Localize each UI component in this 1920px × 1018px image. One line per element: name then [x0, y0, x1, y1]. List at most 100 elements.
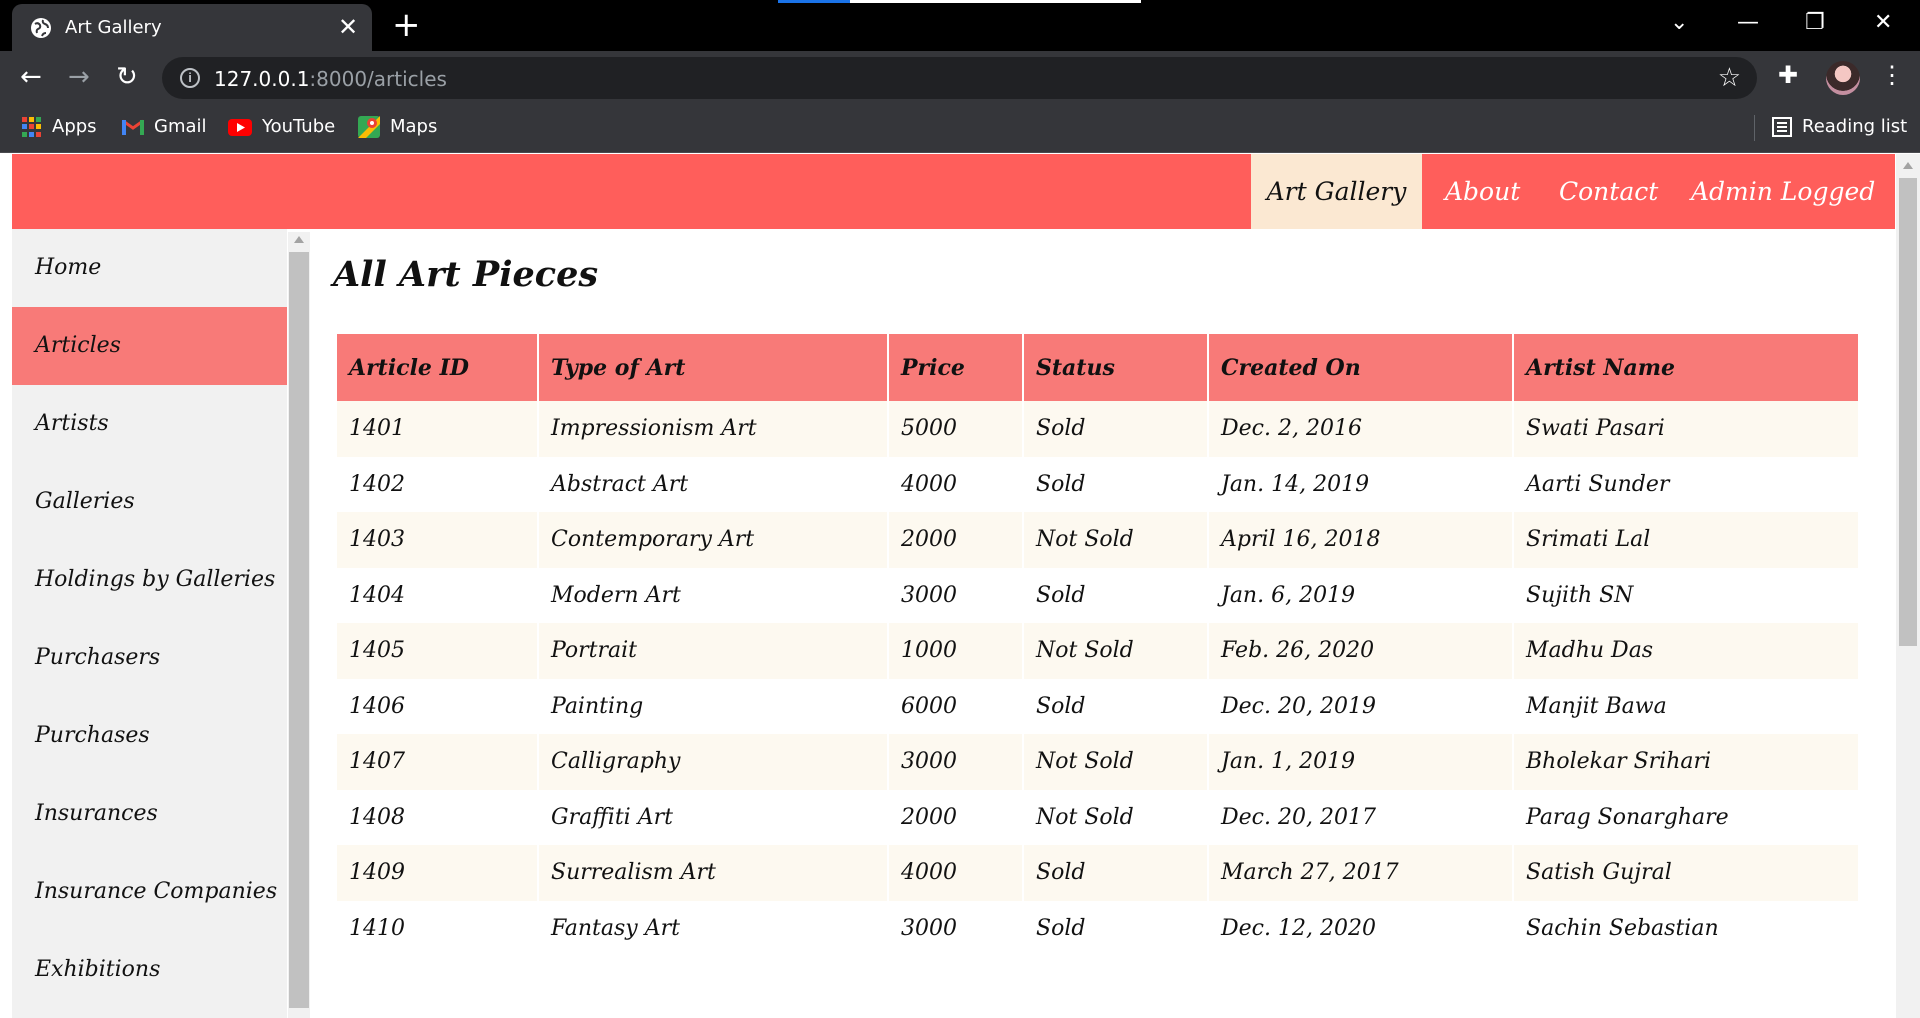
table-row: 1401 Impressionism Art 5000 Sold Dec. 2, 201…	[337, 401, 1858, 457]
sidebar-item-purchasers[interactable]: Purchasers	[12, 619, 287, 697]
globe-icon	[31, 18, 51, 38]
cell-article-id: 1410	[337, 900, 538, 956]
extensions-puzzle-icon[interactable]: ✚	[1778, 61, 1798, 90]
page-scroll-thumb[interactable]	[1899, 178, 1917, 646]
tab-search-icon[interactable]: ⌄	[1670, 10, 1688, 35]
menu-kebab-icon[interactable]: ⋮	[1880, 61, 1904, 90]
cell-article-id: 1409	[337, 845, 538, 901]
cell-price: 1000	[887, 623, 1023, 679]
cell-created-on: Feb. 26, 2020	[1207, 623, 1513, 679]
cell-price: 3000	[887, 900, 1023, 956]
cell-type-of-art: Portrait	[537, 623, 888, 679]
sidebar-item-insurances[interactable]: Insurances	[12, 775, 287, 853]
nav-contact[interactable]: Contact	[1559, 154, 1658, 229]
cell-artist-name: Manjit Bawa	[1512, 678, 1858, 734]
loading-progress-bar	[778, 0, 1141, 3]
cell-status: Not Sold	[1022, 789, 1208, 845]
browser-tab[interactable]: Art Gallery ✕	[12, 4, 372, 51]
cell-article-id: 1404	[337, 567, 538, 623]
sidebar-item-articles[interactable]: Articles	[12, 307, 287, 385]
cell-created-on: Jan. 1, 2019	[1207, 734, 1513, 790]
table-row: 1410 Fantasy Art 3000 Sold Dec. 12, 2020 Sach…	[337, 900, 1858, 956]
table-row: 1408 Graffiti Art 2000 Not Sold Dec. 20, 201…	[337, 789, 1858, 845]
cell-artist-name: Satish Gujral	[1512, 845, 1858, 901]
cell-created-on: Dec. 20, 2019	[1207, 678, 1513, 734]
cell-artist-name: Parag Sonarghare	[1512, 789, 1858, 845]
cell-price: 2000	[887, 789, 1023, 845]
cell-article-id: 1403	[337, 512, 538, 568]
browser-toolbar: ← → ↻ i 127.0.0.1:8000/articles ☆ ✚ ⋮	[0, 51, 1920, 105]
page-viewport: Art Gallery About Contact Admin Logged I…	[0, 154, 1920, 1018]
forward-arrow-icon[interactable]: →	[68, 62, 90, 92]
cell-price: 5000	[887, 401, 1023, 457]
tab-title: Art Gallery	[65, 17, 162, 38]
bookmark-youtube[interactable]: YouTube	[228, 116, 335, 137]
cell-article-id: 1405	[337, 623, 538, 679]
cell-type-of-art: Surrealism Art	[537, 845, 888, 901]
cell-type-of-art: Abstract Art	[537, 456, 888, 512]
bookmark-star-icon[interactable]: ☆	[1718, 62, 1741, 93]
sidebar-item-holdings-by-galleries[interactable]: Holdings by Galleries	[12, 541, 287, 619]
nav-art-gallery[interactable]: Art Gallery	[1251, 154, 1422, 229]
cell-artist-name: Bholekar Srihari	[1512, 734, 1858, 790]
sidebar-scrollbar[interactable]	[288, 232, 310, 1018]
sidebar-item-insurance-companies[interactable]: Insurance Companies	[12, 853, 287, 931]
cell-created-on: April 16, 2018	[1207, 512, 1513, 568]
cell-status: Sold	[1022, 900, 1208, 956]
close-tab-icon[interactable]: ✕	[338, 13, 358, 41]
new-tab-button[interactable]: +	[392, 5, 421, 45]
sidebar-item-exhibitions[interactable]: Exhibitions	[12, 931, 287, 1009]
cell-status: Sold	[1022, 567, 1208, 623]
bookmark-apps[interactable]: Apps	[22, 116, 97, 137]
cell-type-of-art: Painting	[537, 678, 888, 734]
scroll-up-arrow-icon[interactable]	[1903, 162, 1913, 169]
cell-artist-name: Sujith SN	[1512, 567, 1858, 623]
cell-type-of-art: Graffiti Art	[537, 789, 888, 845]
youtube-icon	[228, 118, 252, 136]
cell-type-of-art: Calligraphy	[537, 734, 888, 790]
header-type-of-art: Type of Art	[537, 334, 888, 401]
header-price: Price	[887, 334, 1023, 401]
cell-article-id: 1408	[337, 789, 538, 845]
cell-created-on: Dec. 2, 2016	[1207, 401, 1513, 457]
table-row: 1409 Surrealism Art 4000 Sold March 27, 2017…	[337, 845, 1858, 901]
bookmark-maps[interactable]: Maps	[358, 116, 437, 138]
cell-price: 3000	[887, 734, 1023, 790]
cell-article-id: 1407	[337, 734, 538, 790]
table-row: 1406 Painting 6000 Sold Dec. 20, 2019 Manjit …	[337, 678, 1858, 734]
nav-about[interactable]: About	[1445, 154, 1520, 229]
cell-status: Sold	[1022, 401, 1208, 457]
cell-artist-name: Sachin Sebastian	[1512, 900, 1858, 956]
nav-admin-logged-in[interactable]: Admin Logged In	[1691, 154, 1895, 281]
address-bar[interactable]: i 127.0.0.1:8000/articles ☆	[162, 57, 1757, 99]
reload-icon[interactable]: ↻	[116, 62, 138, 92]
cell-created-on: Dec. 20, 2017	[1207, 789, 1513, 845]
scroll-up-arrow-icon[interactable]	[294, 236, 304, 243]
sidebar-scroll-thumb[interactable]	[289, 252, 309, 1008]
close-window-icon[interactable]: ✕	[1874, 10, 1892, 35]
cell-created-on: March 27, 2017	[1207, 845, 1513, 901]
profile-avatar[interactable]	[1826, 61, 1860, 95]
sidebar-item-artists[interactable]: Artists	[12, 385, 287, 463]
table-row: 1402 Abstract Art 4000 Sold Jan. 14, 2019 Aar…	[337, 456, 1858, 512]
url-text[interactable]: 127.0.0.1:8000/articles	[214, 67, 447, 91]
sidebar-item-galleries[interactable]: Galleries	[12, 463, 287, 541]
reading-list-button[interactable]: Reading list	[1772, 116, 1907, 137]
site-info-icon[interactable]: i	[180, 68, 200, 88]
header-created-on: Created On	[1207, 334, 1513, 401]
bookmark-gmail[interactable]: Gmail	[122, 116, 207, 137]
page-scrollbar[interactable]	[1896, 154, 1920, 1018]
cell-price: 3000	[887, 567, 1023, 623]
back-arrow-icon[interactable]: ←	[20, 62, 42, 92]
sidebar-item-purchases[interactable]: Purchases	[12, 697, 287, 775]
table-row: 1404 Modern Art 3000 Sold Jan. 6, 2019 Sujith…	[337, 567, 1858, 623]
sidebar-item-home[interactable]: Home	[12, 229, 287, 307]
cell-type-of-art: Impressionism Art	[537, 401, 888, 457]
cell-status: Not Sold	[1022, 623, 1208, 679]
restore-icon[interactable]: ❐	[1805, 10, 1825, 35]
header-status: Status	[1022, 334, 1208, 401]
cell-type-of-art: Fantasy Art	[537, 900, 888, 956]
apps-grid-icon	[22, 117, 42, 137]
maps-icon	[358, 116, 380, 138]
minimize-icon[interactable]: —	[1737, 10, 1759, 35]
